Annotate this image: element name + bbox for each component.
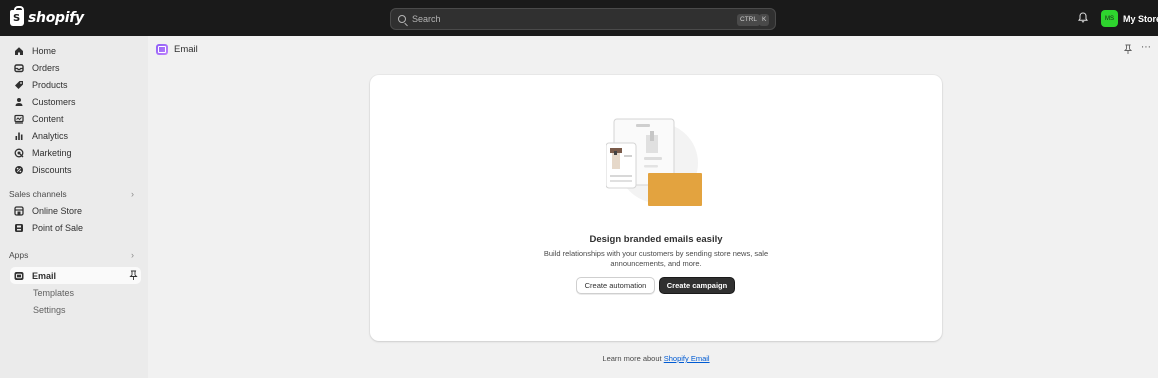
create-campaign-button[interactable]: Create campaign (659, 277, 735, 294)
search-input[interactable] (412, 14, 712, 24)
sidebar-item-discounts[interactable]: Discounts (14, 163, 72, 177)
shopping-bag-icon: S (10, 6, 24, 26)
chevron-right-icon[interactable]: › (131, 250, 134, 260)
sidebar: Home Orders Products Customers Content A… (0, 36, 148, 378)
sidebar-item-label: Content (32, 114, 64, 124)
create-automation-button[interactable]: Create automation (576, 277, 655, 294)
apps-heading[interactable]: Apps (9, 250, 28, 260)
shortcut-ctrl-key: CTRL (737, 14, 760, 26)
page-header: Email (156, 44, 198, 55)
target-icon (14, 148, 24, 158)
sidebar-item-label: Home (32, 46, 57, 56)
sidebar-item-content[interactable]: Content (14, 112, 64, 126)
store-menu[interactable]: MS My Store (1101, 10, 1158, 27)
sidebar-item-analytics[interactable]: Analytics (14, 129, 68, 143)
sales-channels-heading[interactable]: Sales channels (9, 189, 67, 199)
sidebar-item-label: Point of Sale (32, 223, 84, 233)
store-name: My Store (1123, 13, 1158, 24)
sidebar-item-customers[interactable]: Customers (14, 95, 76, 109)
search-bar[interactable]: CTRL K (390, 8, 776, 30)
search-icon (398, 15, 406, 23)
footer-help-text: Learn more about Shopify Email (148, 354, 1158, 363)
sidebar-item-label: Products (32, 80, 68, 90)
footer-prefix: Learn more about (602, 354, 662, 363)
sidebar-item-label: Marketing (32, 148, 72, 158)
person-icon (15, 98, 23, 106)
sidebar-item-label: Email (32, 271, 57, 281)
empty-state-description: Build relationships with your customers … (543, 249, 769, 268)
empty-state-card: Design branded emails easily Build relat… (370, 75, 942, 341)
sidebar-item-orders[interactable]: Orders (14, 61, 60, 75)
empty-state-title: Design branded emails easily (589, 234, 723, 245)
store-avatar: MS (1101, 10, 1118, 27)
sidebar-subitem-settings[interactable]: Settings (33, 305, 66, 315)
tag-icon (15, 81, 23, 89)
shortcut-k-key: K (759, 14, 770, 26)
sidebar-item-marketing[interactable]: Marketing (14, 146, 72, 160)
sidebar-item-label: Analytics (32, 131, 69, 141)
sidebar-item-email[interactable]: Email (14, 269, 56, 283)
bar-chart-icon (15, 132, 23, 140)
notification-bell-icon[interactable] (1078, 12, 1088, 23)
orders-icon (14, 64, 24, 73)
shopify-email-link[interactable]: Shopify Email (664, 354, 710, 363)
page-title: Email (174, 44, 198, 55)
sidebar-item-online-store[interactable]: Online Store (14, 204, 82, 218)
sidebar-item-label: Customers (32, 97, 76, 107)
top-bar: S shopify CTRL K MS My Store (0, 0, 1158, 36)
pin-icon[interactable] (129, 270, 138, 281)
sidebar-item-products[interactable]: Products (14, 78, 68, 92)
email-illustration (606, 118, 702, 206)
content-icon (14, 114, 24, 124)
pin-icon[interactable] (1124, 44, 1132, 55)
discount-icon (15, 166, 23, 174)
chevron-right-icon[interactable]: › (131, 189, 134, 199)
sidebar-subitem-templates[interactable]: Templates (33, 288, 74, 298)
sidebar-item-home[interactable]: Home (14, 44, 56, 58)
pos-icon (15, 224, 23, 232)
shopify-logo[interactable]: S shopify (10, 6, 84, 26)
home-icon (15, 47, 23, 55)
sidebar-item-label: Online Store (32, 206, 83, 216)
brand-name: shopify (28, 10, 84, 26)
more-actions-icon[interactable]: ⋯ (1141, 42, 1152, 53)
email-app-icon (14, 272, 24, 280)
sidebar-item-label: Orders (32, 63, 60, 73)
email-app-icon (156, 44, 168, 55)
sidebar-item-label: Discounts (32, 165, 72, 175)
storefront-icon (14, 206, 24, 216)
main-content: Email ⋯ Design branded emails easily Bui… (148, 36, 1158, 378)
sidebar-item-point-of-sale[interactable]: Point of Sale (14, 221, 83, 235)
